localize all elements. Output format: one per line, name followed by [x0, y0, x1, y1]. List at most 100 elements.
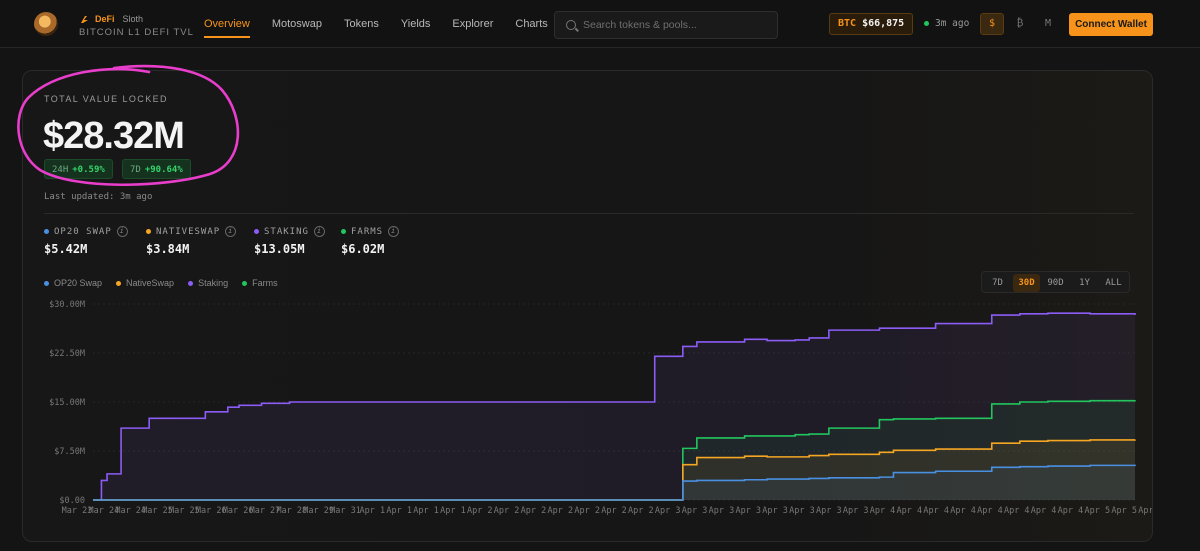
x-tick-label: Apr 3 — [709, 506, 735, 516]
x-tick-label: Apr 3 — [682, 506, 708, 516]
x-tick-label: Apr 4 — [950, 506, 976, 516]
x-tick-label: Apr 2 — [628, 506, 654, 516]
breakdown-label: FARMS — [351, 226, 384, 237]
top-bar: DeFi Sloth BITCOIN L1 DEFI TVL Overview … — [0, 0, 1200, 48]
x-tick-label: Apr 4 — [1004, 506, 1030, 516]
nav-tokens[interactable]: Tokens — [344, 0, 379, 48]
x-tick-label: Apr 2 — [521, 506, 547, 516]
btc-label: BTC — [838, 18, 857, 29]
x-tick-label: Apr 2 — [574, 506, 600, 516]
nav-explorer[interactable]: Explorer — [452, 0, 493, 48]
range-1y-button[interactable]: 1Y — [1071, 274, 1098, 292]
legend-label: OP20 Swap — [54, 278, 103, 288]
op20-swap-dot-icon — [44, 229, 49, 234]
x-tick-label: Apr 1 — [386, 506, 412, 516]
nav-overview[interactable]: Overview — [204, 0, 250, 48]
x-tick-label: Apr 1 — [440, 506, 466, 516]
connect-wallet-button[interactable]: Connect Wallet — [1069, 13, 1153, 36]
breakdown-value: $3.84M — [146, 242, 190, 256]
x-tick-label: Apr 2 — [467, 506, 493, 516]
legend-staking[interactable]: Staking — [188, 278, 228, 288]
legend-farms[interactable]: Farms — [242, 278, 278, 288]
defi-tag-label: DeFi — [95, 14, 115, 24]
x-tick-label: Apr 1 — [360, 506, 386, 516]
info-icon[interactable]: i — [388, 226, 400, 237]
btc-price-chip: BTC $66,875 — [829, 13, 914, 35]
breakdown-label: NATIVESWAP — [156, 226, 221, 237]
breakdown-value: $6.02M — [341, 242, 385, 256]
nav-motoswap[interactable]: Motoswap — [272, 0, 322, 48]
info-icon[interactable]: i — [225, 226, 237, 237]
nav-charts[interactable]: Charts — [515, 0, 547, 48]
y-tick-label: $30.00M — [49, 300, 85, 310]
y-tick-label: $15.00M — [49, 398, 85, 408]
legend-dot-icon — [116, 280, 122, 286]
x-tick-label: Apr 2 — [548, 506, 574, 516]
info-icon[interactable]: i — [116, 226, 128, 237]
brand: DeFi Sloth — [80, 14, 143, 24]
x-tick-label: Apr 3 — [789, 506, 815, 516]
breakdown-farms: FARMS i $6.02M — [341, 226, 400, 256]
range-90d-button[interactable]: 90D — [1042, 274, 1069, 292]
range-all-button[interactable]: ALL — [1100, 274, 1127, 292]
btc-price: $66,875 — [862, 18, 905, 29]
farms-dot-icon — [341, 229, 346, 234]
legend-op20-swap[interactable]: OP20 Swap — [44, 278, 102, 288]
search-icon — [566, 20, 576, 30]
sloth-logo-icon[interactable] — [34, 12, 58, 36]
x-tick-label: Apr 1 — [413, 506, 439, 516]
divider — [44, 213, 1134, 214]
x-tick-label: Apr 4 — [977, 506, 1003, 516]
x-tick-label: Apr 3 — [816, 506, 842, 516]
legend-dot-icon — [242, 280, 248, 286]
search-input[interactable] — [583, 12, 773, 38]
info-icon[interactable]: i — [313, 226, 325, 237]
x-tick-label: Apr 5 — [1085, 506, 1111, 516]
bolt-icon — [81, 15, 88, 23]
breakdown-value: $13.05M — [254, 242, 305, 256]
x-tick-label: Apr 5 — [1138, 506, 1153, 516]
currency-btc-button[interactable]: ₿ — [1008, 13, 1032, 35]
live-status-text: 3m ago — [935, 18, 970, 29]
x-tick-label: Apr 4 — [1031, 506, 1057, 516]
x-tick-label: Mar 31 — [330, 506, 361, 516]
x-tick-label: Apr 3 — [735, 506, 761, 516]
breakdown-op20-swap: OP20 SWAP i $5.42M — [44, 226, 128, 256]
range-30d-button[interactable]: 30D — [1013, 274, 1040, 292]
annotation-circle — [17, 64, 240, 187]
breakdown-value: $5.42M — [44, 242, 88, 256]
legend-dot-icon — [188, 280, 194, 286]
live-dot-icon — [924, 21, 929, 26]
range-7d-button[interactable]: 7D — [984, 274, 1011, 292]
legend-label: Farms — [252, 278, 278, 288]
breakdown-label: STAKING — [264, 226, 309, 237]
x-tick-label: Apr 4 — [870, 506, 896, 516]
legend-nativeswap[interactable]: NativeSwap — [116, 278, 174, 288]
x-tick-label: Apr 3 — [762, 506, 788, 516]
x-tick-label: Apr 3 — [843, 506, 869, 516]
x-tick-label: Apr 2 — [601, 506, 627, 516]
tvl-chart[interactable]: $0.00$7.50M$15.00M$22.50M$30.00MMar 23Ma… — [23, 296, 1153, 542]
staking-dot-icon — [254, 229, 259, 234]
y-tick-label: $7.50M — [54, 447, 85, 457]
nav-yields[interactable]: Yields — [401, 0, 431, 48]
breakdown-nativeswap: NATIVESWAP i $3.84M — [146, 226, 237, 256]
chart-legend: OP20 Swap NativeSwap Staking Farms — [44, 278, 278, 288]
x-tick-label: Apr 3 — [655, 506, 681, 516]
currency-usd-button[interactable]: $ — [980, 13, 1004, 35]
x-tick-label: Apr 4 — [923, 506, 949, 516]
breakdown-label: OP20 SWAP — [54, 226, 112, 237]
search-box — [554, 11, 778, 39]
legend-label: Staking — [198, 278, 229, 288]
legend-dot-icon — [44, 280, 49, 286]
y-tick-label: $0.00 — [59, 496, 85, 506]
nativeswap-dot-icon — [146, 229, 151, 234]
y-tick-label: $22.50M — [49, 349, 85, 359]
x-tick-label: Apr 4 — [897, 506, 923, 516]
x-tick-label: Apr 5 — [1111, 506, 1137, 516]
currency-m-button[interactable]: M — [1036, 13, 1060, 35]
breakdown-staking: STAKING i $13.05M — [254, 226, 325, 256]
legend-label: NativeSwap — [126, 278, 175, 288]
brand-subtitle: BITCOIN L1 DEFI TVL — [79, 27, 194, 38]
brand-name: Sloth — [122, 14, 144, 24]
